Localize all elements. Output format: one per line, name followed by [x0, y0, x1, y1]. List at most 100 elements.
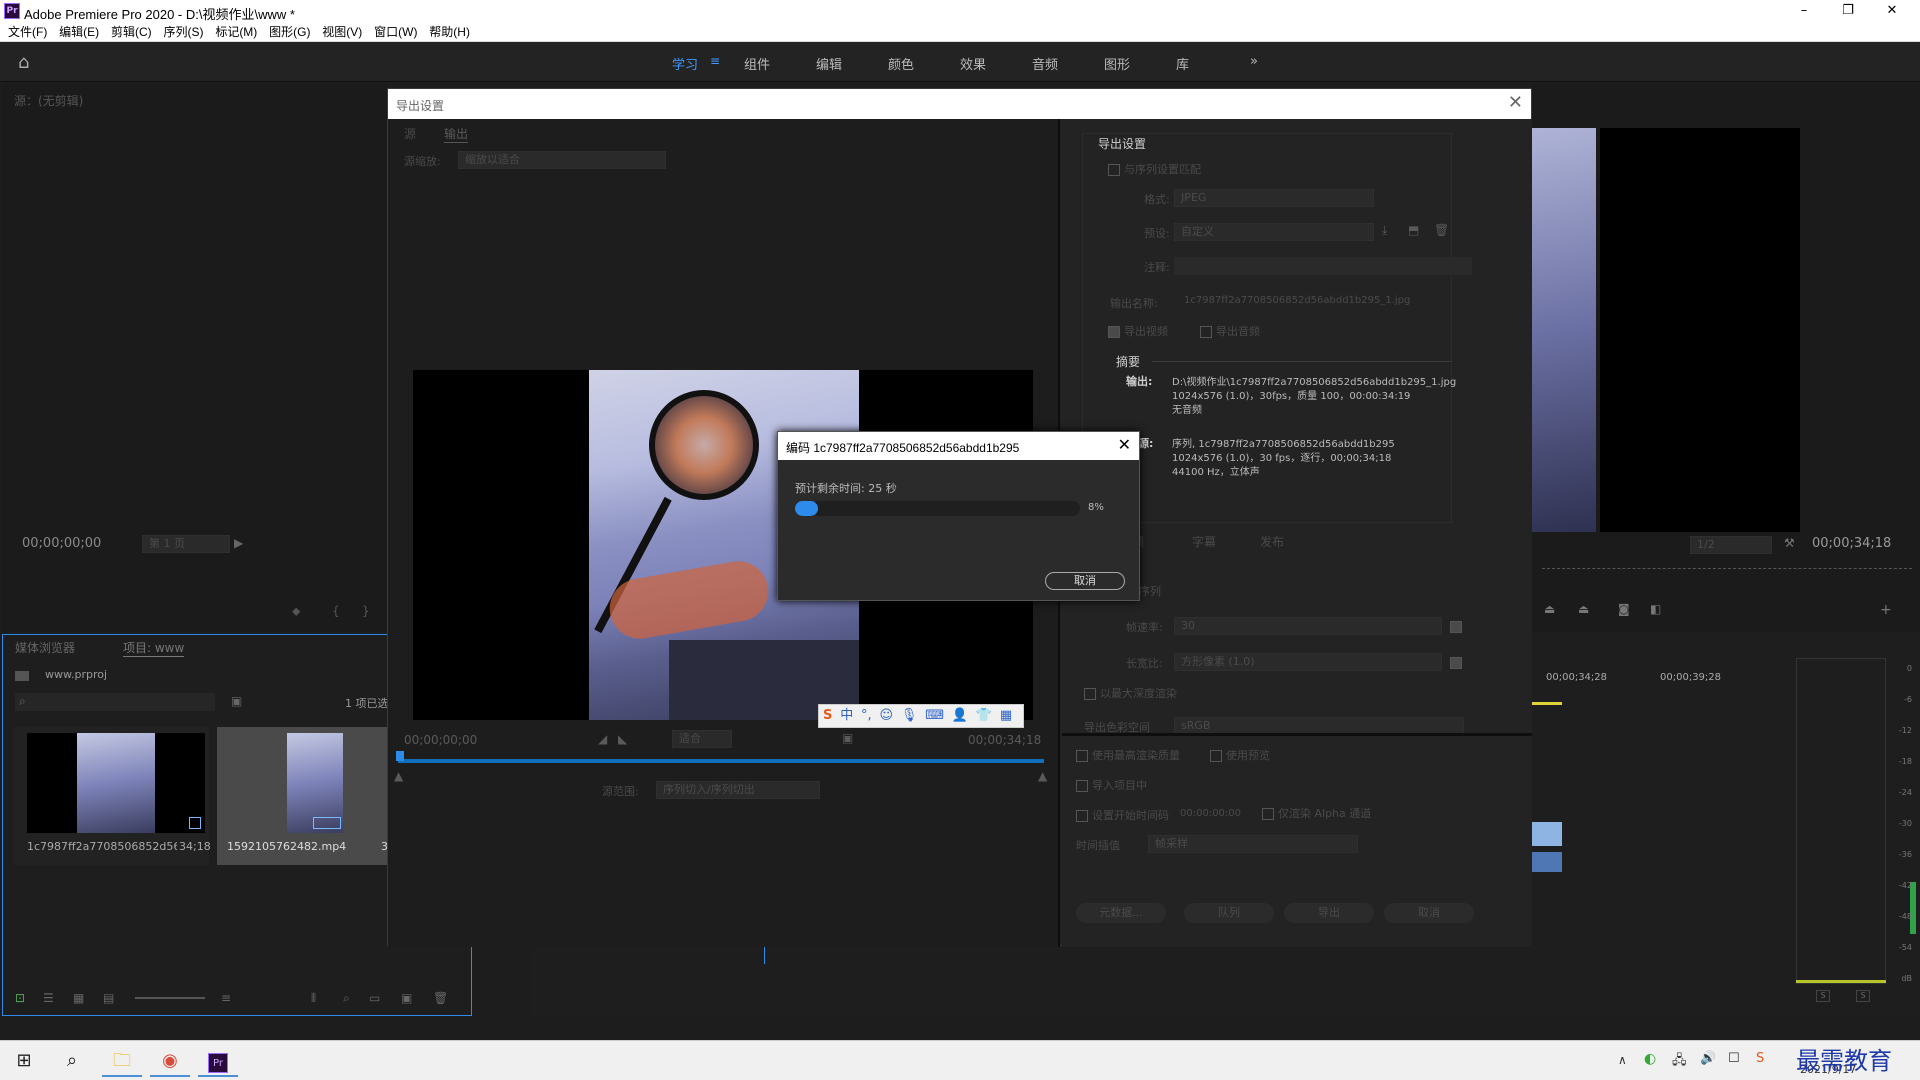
find-icon[interactable]: ⌕	[343, 991, 350, 1006]
frame-rate-dropdown[interactable]: 30	[1174, 617, 1442, 635]
zoom-slider[interactable]	[135, 997, 205, 999]
windows-start-icon[interactable]: ⊞	[4, 1045, 44, 1077]
workspace-tab-effects[interactable]: 效果	[960, 54, 986, 73]
marker-icon[interactable]: ⬥	[292, 604, 300, 619]
mark-out-icon[interactable]: }	[362, 604, 370, 618]
new-item-icon[interactable]: ▣	[401, 991, 412, 1005]
tab-captions[interactable]: 字幕	[1192, 533, 1216, 550]
close-icon[interactable]: ✕	[1508, 92, 1523, 113]
format-dropdown[interactable]: JPEG	[1174, 189, 1374, 207]
match-sequence-checkbox[interactable]: 与序列设置匹配	[1108, 161, 1201, 177]
clip-thumbnail-2[interactable]: 1592105762482.mp4 34	[217, 727, 395, 865]
aspect-toggle-icon[interactable]: ▣	[842, 731, 853, 745]
play-icon[interactable]: ▶	[234, 536, 243, 550]
workspace-tab-graphics[interactable]: 图形	[1104, 54, 1130, 73]
time-interp-dropdown[interactable]: 帧采样	[1148, 835, 1358, 853]
workspace-tab-color[interactable]: 颜色	[888, 54, 914, 73]
menu-view[interactable]: 视图(V)	[322, 22, 362, 42]
add-button-icon[interactable]: +	[1880, 602, 1892, 618]
menu-sequence[interactable]: 序列(S)	[163, 22, 203, 42]
sogou-tray-icon[interactable]: S	[1756, 1051, 1764, 1066]
close-button[interactable]: ✕	[1870, 2, 1914, 20]
project-search-input[interactable]	[15, 693, 215, 711]
workspace-more-button[interactable]: »	[1250, 54, 1258, 69]
export-timecode-end[interactable]: 00;00;34;18	[968, 733, 1041, 747]
icon-view-icon[interactable]: ▦	[73, 991, 84, 1005]
range-out-handle[interactable]: ▲	[1038, 769, 1047, 783]
new-bin-button-icon[interactable]: ▭	[369, 991, 380, 1005]
menu-graphics[interactable]: 图形(G)	[269, 22, 310, 42]
program-ratio-dropdown[interactable]: 1/2	[1690, 536, 1772, 554]
encoding-cancel-button[interactable]: 取消	[1045, 572, 1125, 590]
use-preview-checkbox[interactable]: 使用预览	[1210, 747, 1270, 763]
skin-icon[interactable]: 👕	[976, 705, 992, 727]
export-timecode-start[interactable]: 00;00;00;00	[404, 733, 477, 747]
program-timecode[interactable]: 00;00;34;18	[1812, 536, 1891, 551]
toolbox-icon[interactable]: ▦	[1000, 705, 1012, 727]
solo-button[interactable]: S	[1816, 990, 1830, 1002]
new-bin-icon[interactable]: ▣	[231, 694, 242, 708]
export-button[interactable]: 导出	[1284, 903, 1374, 923]
tab-output[interactable]: 输出	[444, 125, 469, 143]
ime-punct-toggle[interactable]: °,	[861, 705, 872, 727]
solo-button[interactable]: S	[1856, 990, 1870, 1002]
lift-icon[interactable]: ⏏	[1544, 602, 1555, 616]
menu-clip[interactable]: 剪辑(C)	[111, 22, 152, 42]
workspace-tab-libraries[interactable]: 库	[1176, 54, 1189, 73]
sort-icon[interactable]: ≡	[221, 991, 231, 1005]
render-alpha-checkbox[interactable]: 仅渲染 Alpha 通道	[1262, 805, 1371, 821]
user-icon[interactable]: 👤	[952, 705, 968, 727]
max-depth-checkbox[interactable]: 以最大深度渲染	[1084, 685, 1177, 701]
source-page-dropdown[interactable]: 第 1 页	[142, 535, 230, 553]
close-icon[interactable]: ✕	[1118, 435, 1131, 454]
export-video-checkbox[interactable]: 导出视频	[1108, 323, 1168, 339]
program-ruler[interactable]	[1542, 568, 1912, 569]
tray-overflow-icon[interactable]: ∧	[1618, 1053, 1627, 1067]
chrome-icon[interactable]: ◉	[150, 1045, 190, 1077]
ime-mode-toggle[interactable]: 中	[840, 705, 853, 727]
set-start-timecode-checkbox[interactable]: 设置开始时间码	[1076, 807, 1169, 823]
mark-in-icon[interactable]: ◢	[598, 732, 607, 746]
workspace-menu-icon[interactable]: ≡	[710, 54, 720, 68]
aspect-dropdown[interactable]: 方形像素 (1.0)	[1174, 653, 1442, 671]
emoji-icon[interactable]: ☺	[880, 705, 894, 727]
search-icon[interactable]: ⌕	[52, 1045, 92, 1077]
maximize-button[interactable]: ❐	[1826, 2, 1870, 20]
work-area-bar[interactable]	[1532, 702, 1562, 705]
menu-file[interactable]: 文件(F)	[8, 22, 47, 42]
import-preset-icon[interactable]: ⬒	[1408, 223, 1419, 237]
cancel-button[interactable]: 取消	[1384, 903, 1474, 923]
range-in-handle[interactable]: ▲	[394, 769, 403, 783]
wrench-icon[interactable]: ⚒	[1784, 536, 1795, 550]
home-icon[interactable]: ⌂	[18, 52, 38, 73]
workspace-tab-audio[interactable]: 音频	[1032, 54, 1058, 73]
freeform-view-icon[interactable]: ▤	[103, 991, 114, 1005]
source-range-dropdown[interactable]: 序列切入/序列切出	[656, 781, 820, 799]
video-clip-segment[interactable]	[1532, 822, 1562, 846]
import-project-checkbox[interactable]: 导入项目中	[1076, 777, 1147, 793]
max-quality-checkbox[interactable]: 使用最高渲染质量	[1076, 747, 1180, 763]
extract-icon[interactable]: ⏏	[1578, 602, 1589, 616]
menu-edit[interactable]: 编辑(E)	[59, 22, 99, 42]
export-range-bar[interactable]	[398, 759, 1044, 763]
comment-input[interactable]	[1174, 257, 1472, 275]
tab-project[interactable]: 项目: www	[123, 639, 185, 657]
source-scaling-dropdown[interactable]: 缩放以适合	[458, 151, 666, 169]
mark-in-icon[interactable]: {	[332, 604, 340, 618]
keyboard-icon[interactable]: ⌨	[925, 705, 944, 727]
save-preset-icon[interactable]: ⤓	[1382, 223, 1387, 238]
minimize-button[interactable]: –	[1782, 2, 1826, 20]
preset-dropdown[interactable]: 自定义	[1174, 223, 1374, 241]
tray-app-icon[interactable]: ◐	[1644, 1051, 1656, 1067]
notification-icon[interactable]: ☐	[1728, 1051, 1740, 1066]
premiere-taskbar-icon[interactable]: Pr	[198, 1045, 238, 1077]
metadata-button[interactable]: 元数据...	[1076, 903, 1166, 923]
export-frame-icon[interactable]: ◙	[1618, 602, 1630, 616]
mark-out-icon[interactable]: ◣	[618, 732, 627, 746]
lock-icon[interactable]: ⊡	[15, 991, 25, 1005]
output-name-link[interactable]: 1c7987ff2a7708506852d56abdd1b295_1.jpg	[1184, 295, 1410, 306]
microphone-icon[interactable]: 🎙	[901, 705, 918, 727]
menu-markers[interactable]: 标记(M)	[215, 22, 257, 42]
workspace-tab-editing[interactable]: 编辑	[816, 54, 842, 73]
fit-dropdown[interactable]: 适合	[672, 730, 732, 748]
